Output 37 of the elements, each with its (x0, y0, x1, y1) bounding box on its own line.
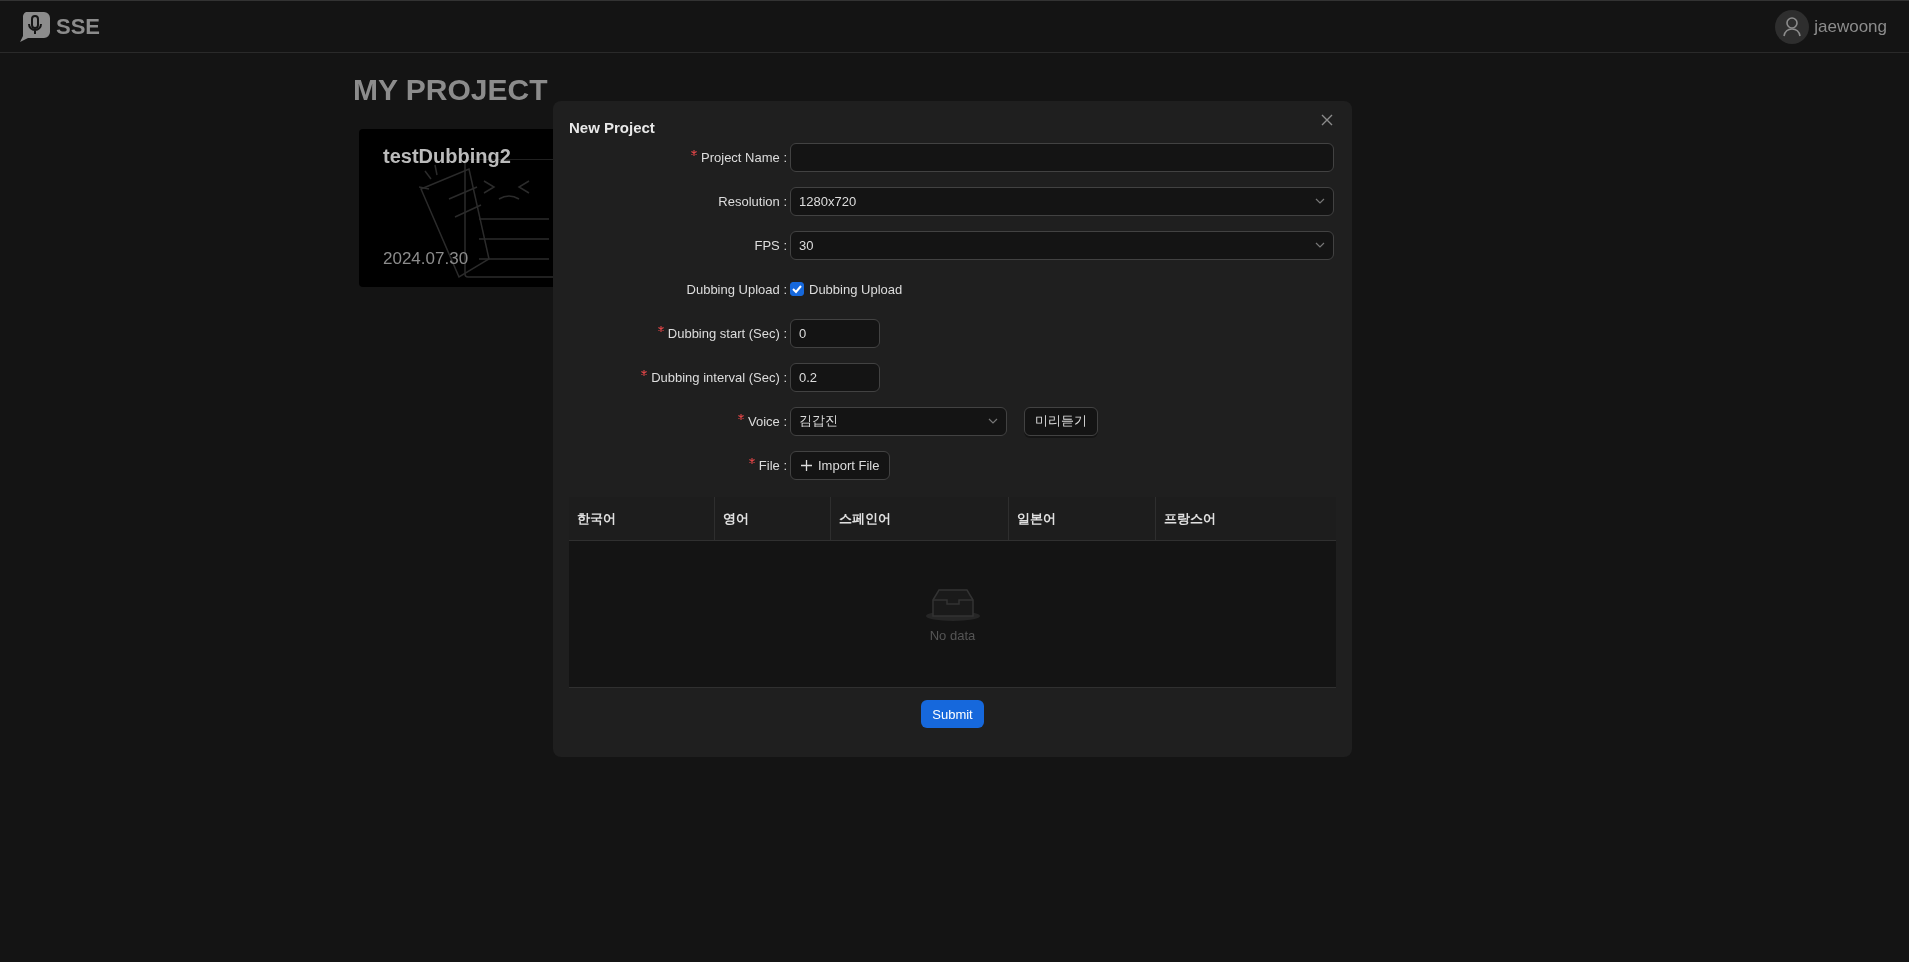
select-field[interactable]: 30 (790, 230, 1334, 260)
preview-button[interactable]: 미리듣기 (1024, 406, 1098, 436)
column-header: 프랑스어 (1163, 509, 1217, 528)
column-header: 일본어 (1009, 497, 1156, 540)
page-title: MY PROJECT (353, 73, 549, 107)
chevron-down-icon (1315, 242, 1325, 248)
user-avatar-icon[interactable] (1775, 9, 1810, 44)
field-label: Dubbing interval (Sec) : (651, 369, 787, 385)
chevron-down-icon (988, 418, 998, 424)
import-file-button[interactable]: Import File (790, 450, 891, 480)
plus-icon (801, 459, 812, 471)
user-name[interactable]: jaewoong (1814, 16, 1887, 37)
number-input-field[interactable]: 0 (790, 318, 880, 348)
voice-select-field[interactable]: 김갑진 (790, 406, 1007, 436)
close-icon[interactable] (1321, 114, 1333, 126)
project-date: 2024.07.30 (383, 249, 470, 269)
checkbox-label[interactable]: Dubbing Upload (809, 281, 903, 297)
microphone-logo-icon (18, 9, 52, 44)
field-label: Project Name : (701, 149, 787, 165)
select-field[interactable]: 1280x720 (790, 186, 1334, 216)
empty-message: No data (929, 627, 976, 643)
number-input-field[interactable]: 0.2 (790, 362, 880, 392)
app-logo[interactable]: SSE (56, 13, 101, 40)
chevron-down-icon (1315, 198, 1325, 204)
column-header: 스페인어 (831, 497, 1009, 540)
field-label: Dubbing Upload : (686, 281, 787, 297)
column-header: 영어 (715, 497, 831, 540)
project-name: testDubbing2 (383, 145, 512, 168)
column-header: 한국어 (569, 497, 715, 540)
field-label: Voice : (747, 413, 787, 429)
checkbox[interactable] (790, 282, 804, 296)
field-label: Resolution : (718, 193, 787, 209)
field-label: File : (758, 457, 787, 473)
field-label: FPS : (754, 237, 787, 253)
text-input-field[interactable] (790, 142, 1334, 172)
field-label: Dubbing start (Sec) : (667, 325, 787, 341)
submit-button[interactable]: Submit (921, 700, 984, 728)
